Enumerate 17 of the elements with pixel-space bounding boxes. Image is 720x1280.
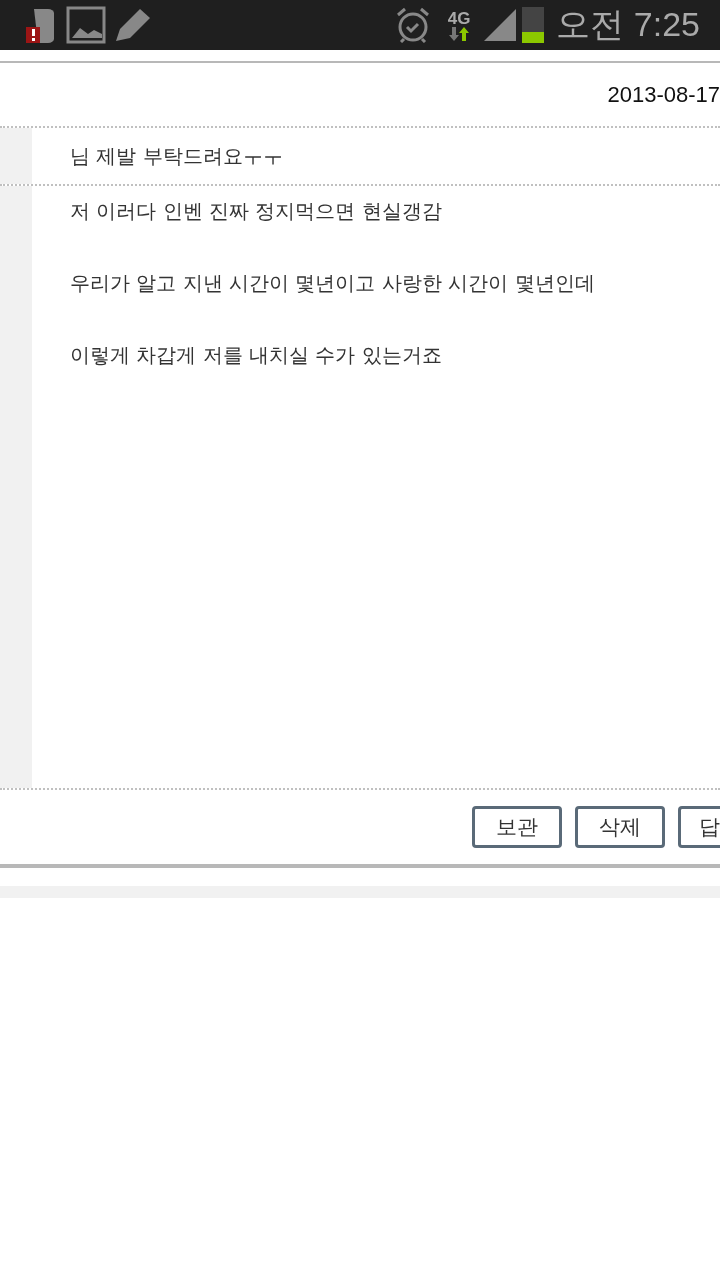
signal-icon (484, 9, 517, 41)
message-line: 우리가 알고 지낸 시간이 몇년이고 사랑한 시간이 몇년인데 (70, 270, 595, 296)
margin-strip (0, 128, 32, 184)
network-type: 4G (447, 9, 471, 27)
message-line: 저 이러다 인벤 진짜 정지먹으면 현실갱감 (70, 198, 443, 224)
pencil-icon (114, 7, 152, 43)
data-arrows-icon (448, 26, 471, 41)
image-icon (66, 6, 106, 44)
clock-time: 오전 7:25 (556, 4, 700, 45)
message-line: 이렇게 차갑게 저를 내치실 수가 있는거죠 (70, 342, 443, 368)
action-button[interactable]: 답 (678, 806, 720, 848)
battery-icon (522, 7, 545, 43)
action-button[interactable]: 보관 (472, 806, 562, 848)
message-date: 2013-08-17 (607, 81, 720, 108)
action-button[interactable]: 삭제 (575, 806, 665, 848)
message-subject: 님 제발 부탁드려요ㅜㅜ (70, 142, 283, 170)
alarm-clock-icon (395, 7, 430, 43)
